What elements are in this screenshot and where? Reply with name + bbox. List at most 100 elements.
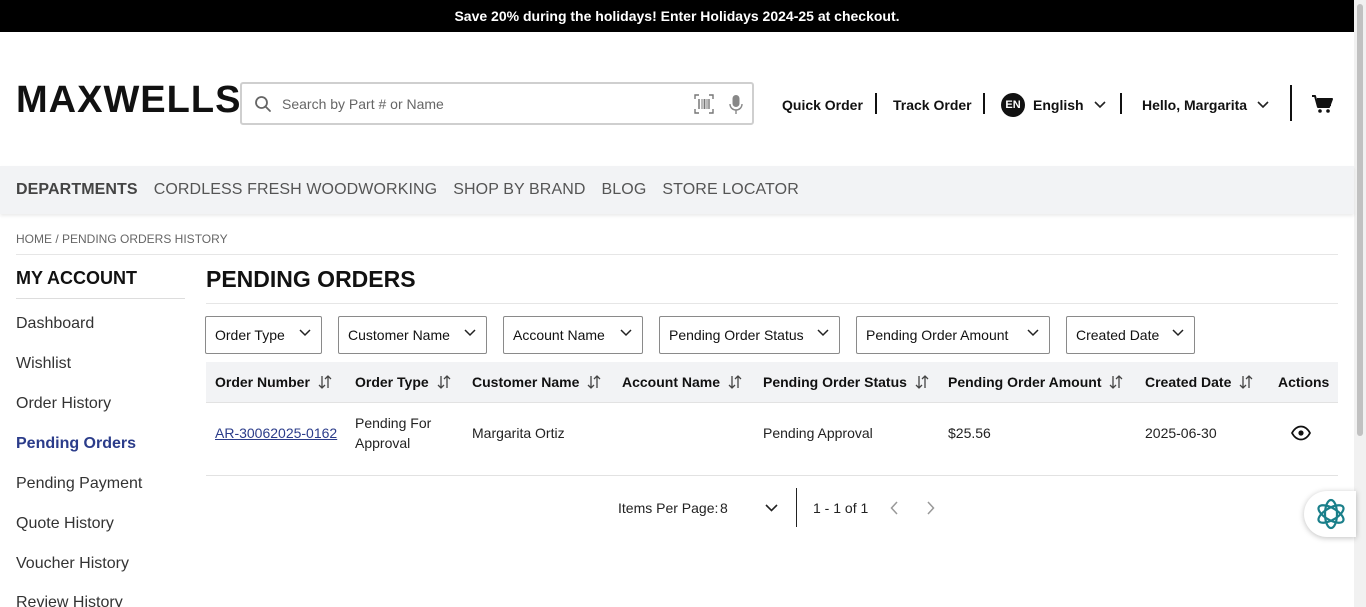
divider <box>206 475 1338 476</box>
items-per-page-label: Items Per Page: <box>618 500 719 516</box>
quick-order-link[interactable]: Quick Order <box>782 92 863 118</box>
language-badge: EN <box>1001 93 1025 117</box>
column-header-pending-order-amount[interactable]: Pending Order Amount <box>948 374 1123 390</box>
chevron-right-icon[interactable] <box>926 501 935 515</box>
sidebar-item-dashboard[interactable]: Dashboard <box>16 315 94 333</box>
column-header-account-name[interactable]: Account Name <box>622 374 742 390</box>
sidebar-item-pending-orders[interactable]: Pending Orders <box>16 435 136 453</box>
filter-label: Pending Order Amount <box>866 327 1009 343</box>
filter-label: Pending Order Status <box>669 327 804 343</box>
pagination-range: 1 - 1 of 1 <box>813 500 869 516</box>
header-divider <box>1120 93 1122 114</box>
account-greeting: Hello, Margarita <box>1142 97 1248 113</box>
microphone-icon[interactable] <box>728 94 744 116</box>
divider <box>16 254 1338 255</box>
items-per-page-select[interactable]: 8 <box>720 500 728 516</box>
order-type-line: Approval <box>355 435 411 451</box>
pager-divider <box>796 488 797 527</box>
sidebar-item-quote-history[interactable]: Quote History <box>16 515 114 533</box>
amount-cell: $25.56 <box>948 425 991 441</box>
sort-icon[interactable] <box>915 375 929 389</box>
sidebar-item-review-history[interactable]: Review History <box>16 594 123 607</box>
language-selector[interactable]: EN English <box>1001 92 1106 118</box>
chevron-left-icon[interactable] <box>890 501 899 515</box>
account-menu[interactable]: Hello, Margarita <box>1142 92 1269 118</box>
search-box <box>240 82 754 125</box>
column-header-order-number[interactable]: Order Number <box>215 374 332 390</box>
chevron-down-icon <box>1093 101 1106 109</box>
header-divider <box>875 93 877 114</box>
filter-label: Order Type <box>215 327 285 343</box>
items-per-page-value: 8 <box>720 500 728 516</box>
sidebar-item-wishlist[interactable]: Wishlist <box>16 355 71 373</box>
promo-banner: Save 20% during the holidays! Enter Holi… <box>0 0 1354 32</box>
sort-icon[interactable] <box>437 375 451 389</box>
nav-shop-by-brand[interactable]: SHOP BY BRAND <box>453 181 585 199</box>
sort-icon[interactable] <box>318 375 332 389</box>
filter-label: Customer Name <box>348 327 450 343</box>
chevron-down-icon <box>1027 329 1039 337</box>
track-order-link[interactable]: Track Order <box>893 92 972 118</box>
chevron-down-icon <box>464 329 476 337</box>
chevron-down-icon <box>1172 329 1184 337</box>
search-input[interactable] <box>282 92 682 116</box>
chevron-down-icon <box>817 329 829 337</box>
order-type-line: Pending For <box>355 415 432 431</box>
ai-assistant-icon <box>1317 498 1345 530</box>
column-label: Account Name <box>622 374 721 390</box>
filter-account-name[interactable]: Account Name <box>503 316 643 354</box>
nav-cordless-fresh-woodworking[interactable]: CORDLESS FRESH WOODWORKING <box>154 181 438 199</box>
customer-name-cell: Margarita Ortiz <box>472 425 565 441</box>
column-label: Order Type <box>355 374 429 390</box>
header-divider <box>983 93 985 114</box>
sort-icon[interactable] <box>1239 375 1253 389</box>
chevron-down-icon <box>620 329 632 337</box>
column-label: Order Number <box>215 374 310 390</box>
sort-icon[interactable] <box>728 375 742 389</box>
filter-customer-name[interactable]: Customer Name <box>338 316 487 354</box>
filter-label: Account Name <box>513 327 605 343</box>
created-date-cell: 2025-06-30 <box>1145 425 1217 441</box>
filter-label: Created Date <box>1076 327 1160 343</box>
search-icon[interactable] <box>254 95 272 113</box>
divider <box>206 303 1338 304</box>
nav-blog[interactable]: BLOG <box>602 181 647 199</box>
column-label: Pending Order Status <box>763 374 907 390</box>
barcode-scan-icon[interactable] <box>694 94 714 114</box>
filter-pending-order-status[interactable]: Pending Order Status <box>659 316 840 354</box>
breadcrumb[interactable]: HOME / PENDING ORDERS HISTORY <box>16 232 228 246</box>
promo-text: Save 20% during the holidays! Enter Holi… <box>454 8 900 24</box>
column-header-actions: Actions <box>1278 374 1330 390</box>
filter-pending-order-amount[interactable]: Pending Order Amount <box>856 316 1050 354</box>
category-nav: DEPARTMENTS CORDLESS FRESH WOODWORKING S… <box>0 166 1354 214</box>
chevron-down-icon <box>1257 101 1269 109</box>
sidebar-item-voucher-history[interactable]: Voucher History <box>16 555 129 573</box>
nav-departments[interactable]: DEPARTMENTS <box>16 181 138 199</box>
ai-assistant-button[interactable] <box>1304 491 1356 537</box>
divider <box>206 402 1338 403</box>
column-header-created-date[interactable]: Created Date <box>1145 374 1253 390</box>
cart-icon[interactable] <box>1311 94 1333 114</box>
scrollbar-thumb[interactable] <box>1357 4 1363 436</box>
language-label: English <box>1033 97 1084 113</box>
filter-order-type[interactable]: Order Type <box>205 316 322 354</box>
column-header-order-type[interactable]: Order Type <box>355 374 451 390</box>
column-header-pending-order-status[interactable]: Pending Order Status <box>763 374 929 390</box>
header-divider <box>1290 85 1292 121</box>
order-number-link[interactable]: AR-30062025-0162 <box>215 423 337 443</box>
sort-icon[interactable] <box>587 375 601 389</box>
site-logo[interactable]: MAXWELLS <box>16 81 241 119</box>
column-header-customer-name[interactable]: Customer Name <box>472 374 601 390</box>
chevron-down-icon[interactable] <box>765 504 778 512</box>
nav-store-locator[interactable]: STORE LOCATOR <box>662 181 798 199</box>
order-type-cell: Pending For Approval <box>355 413 431 453</box>
sort-icon[interactable] <box>1109 375 1123 389</box>
column-label: Created Date <box>1145 374 1232 390</box>
chevron-down-icon <box>299 329 311 337</box>
view-eye-icon[interactable] <box>1291 425 1311 441</box>
sidebar-item-order-history[interactable]: Order History <box>16 395 111 413</box>
column-label: Pending Order Amount <box>948 374 1102 390</box>
column-label: Customer Name <box>472 374 580 390</box>
filter-created-date[interactable]: Created Date <box>1066 316 1195 354</box>
sidebar-item-pending-payment[interactable]: Pending Payment <box>16 475 142 493</box>
